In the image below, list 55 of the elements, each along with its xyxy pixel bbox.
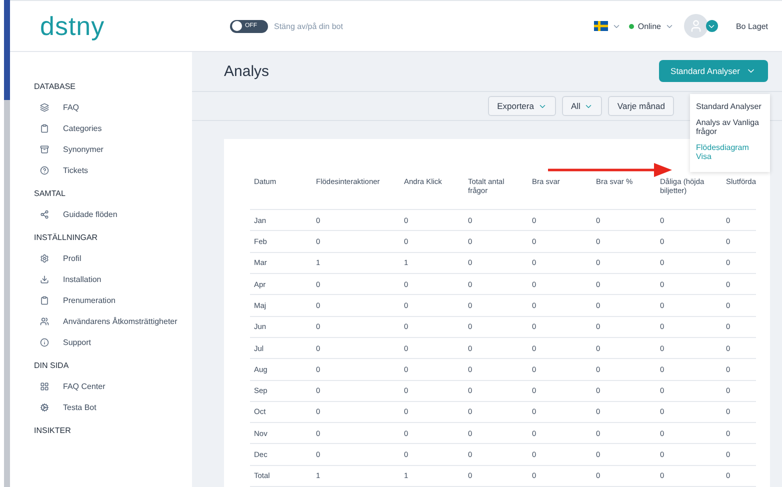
grid-icon: [40, 382, 49, 391]
users-icon: [40, 317, 49, 326]
sidebar-item[interactable]: FAQ Center: [40, 382, 192, 391]
section-heading: INSTÄLLNINGAR: [34, 233, 99, 242]
info-icon: [40, 338, 49, 347]
sidebar-item[interactable]: Categories: [40, 124, 192, 133]
sidebar-label: Categories: [63, 124, 102, 133]
sidebar-label: Synonymer: [63, 145, 104, 154]
menu-item[interactable]: Standard Analyser: [696, 102, 764, 112]
sidebar-label: Tickets: [63, 166, 88, 175]
logo: dstny: [40, 10, 106, 42]
sidebar-label: Guidade flöden: [63, 210, 118, 219]
page-title: Analys: [224, 62, 270, 80]
menu-item[interactable]: Analys av Vanliga frågor: [696, 118, 764, 136]
download-icon: [40, 275, 49, 284]
sidebar-item[interactable]: Synonymer: [40, 145, 192, 154]
sidebar-label: Installation: [63, 275, 102, 284]
sidebar-label: Användarens Åtkomsträttigheter: [63, 317, 178, 326]
sidebar-item[interactable]: Profil: [40, 254, 192, 263]
sidebar-label: FAQ Center: [63, 382, 106, 391]
clipboard-icon: [40, 296, 49, 305]
sidebar-item[interactable]: Installation: [40, 275, 192, 284]
filter-dropdown[interactable]: All: [562, 96, 602, 116]
section-heading: DIN SIDA: [34, 361, 70, 370]
sidebar-label: Profil: [63, 254, 82, 263]
user-name: Bo Laget: [736, 22, 768, 30]
share-icon: [40, 210, 49, 219]
cogs-icon: [40, 403, 49, 412]
help-icon: [40, 166, 49, 175]
caret-icon[interactable]: [706, 20, 718, 32]
sidebar-label: Prenumeration: [63, 296, 116, 305]
section-heading: SAMTAL: [34, 189, 66, 198]
settings-icon: [40, 254, 49, 263]
sidebar-item[interactable]: Support: [40, 338, 192, 347]
filter-dropdown[interactable]: Exportera: [488, 96, 556, 116]
sidebar-item[interactable]: FAQ: [40, 103, 192, 112]
sidebar-item[interactable]: Tickets: [40, 166, 192, 175]
filter-dropdown[interactable]: Varje månad: [608, 96, 674, 116]
sidebar-label: FAQ: [63, 103, 80, 112]
sidebar-label: Support: [63, 338, 92, 347]
status-dot: [628, 24, 634, 28]
status-label[interactable]: Online: [638, 22, 661, 30]
sidebar-item[interactable]: Prenumeration: [40, 296, 192, 305]
clipboard-icon: [40, 124, 49, 133]
sidebar-item[interactable]: Testa Bot: [40, 403, 192, 412]
sidebar-label: Testa Bot: [63, 403, 96, 412]
stack-icon: [40, 145, 49, 154]
section-heading: DATABASE: [34, 82, 76, 91]
sidebar-item[interactable]: Guidade flöden: [40, 210, 192, 219]
section-heading: INSIKTER: [34, 426, 72, 435]
sidebar-item[interactable]: Användarens Åtkomsträttigheter: [40, 317, 192, 326]
avatar[interactable]: [684, 14, 708, 38]
toggle-caption: Stäng av/på din bot: [274, 22, 343, 30]
layers-icon: [40, 103, 49, 112]
flag-icon[interactable]: [594, 21, 608, 31]
